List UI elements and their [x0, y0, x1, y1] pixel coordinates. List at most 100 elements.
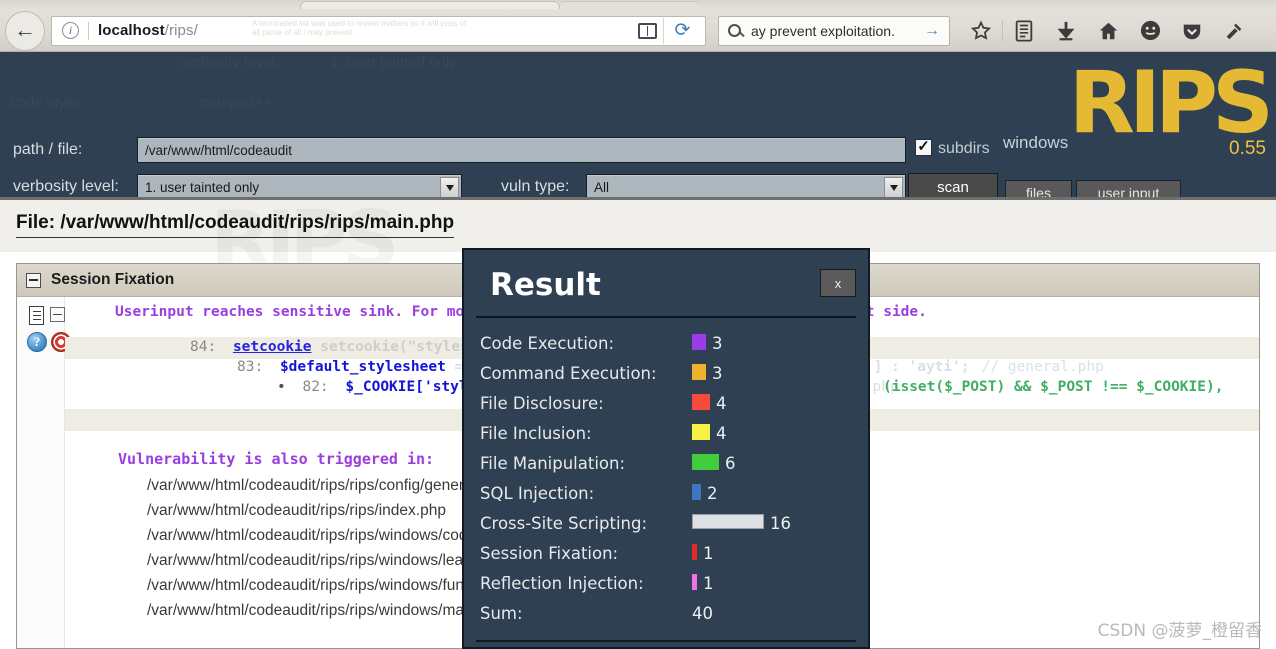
label-path-file: path / file:: [13, 141, 83, 158]
result-sum-label: Sum:: [480, 603, 523, 623]
downloads-icon[interactable]: [1045, 11, 1087, 51]
result-row-label: Session Fixation:: [480, 543, 619, 563]
back-arrow-icon: ←: [14, 16, 36, 42]
smiley-icon[interactable]: [1129, 11, 1171, 51]
result-row-label: SQL Injection:: [480, 483, 595, 503]
back-button[interactable]: ←: [5, 10, 45, 51]
result-row: SQL Injection: 2: [464, 478, 868, 508]
result-row-label: File Disclosure:: [480, 393, 604, 413]
header-ghost-c: code style:: [10, 94, 82, 111]
result-row-count: 1: [703, 543, 714, 563]
vulnerability-type-title: Session Fixation: [51, 271, 175, 288]
result-row-bar: [692, 514, 764, 529]
url-bar[interactable]: i localhost/rips/ A terminated list was …: [51, 15, 706, 46]
files-button[interactable]: files: [1005, 180, 1072, 197]
home-icon[interactable]: [1087, 11, 1129, 51]
result-row-label: Command Execution:: [480, 363, 657, 383]
bookmark-star-icon[interactable]: [960, 11, 1002, 51]
result-row-count: 4: [716, 423, 727, 443]
header-ghost-d: notepad++: [200, 94, 272, 111]
result-row-bar: [692, 394, 710, 410]
result-row-label: Cross-Site Scripting:: [480, 513, 648, 533]
result-row: Code Execution: 3: [464, 328, 868, 358]
subdirs-checkbox[interactable]: ✓: [915, 139, 932, 156]
result-row: File Inclusion: 4: [464, 418, 868, 448]
result-row-bar: [692, 574, 697, 590]
code-line-83-var: $default_stylesheet: [279, 359, 446, 375]
rips-version: 0.55: [1229, 138, 1266, 159]
chevron-down-icon[interactable]: [884, 177, 903, 197]
dialog-bottom-divider: [476, 640, 856, 642]
result-row-count: 2: [707, 483, 718, 503]
code-bullet-icon: •: [277, 379, 286, 395]
label-verbosity-level: verbosity level:: [13, 178, 119, 195]
result-row-label: File Manipulation:: [480, 453, 626, 473]
browser-nav-row: ← i localhost/rips/ A terminated list wa…: [0, 9, 1276, 52]
pocket-icon[interactable]: [1171, 11, 1213, 51]
result-sum-value: 40: [692, 603, 713, 623]
triggered-path-1[interactable]: /var/www/html/codeaudit/rips/rips/index.…: [147, 502, 446, 520]
triggered-path-0[interactable]: /var/www/html/codeaudit/rips/rips/config…: [147, 477, 506, 495]
extension-icon[interactable]: [1213, 11, 1255, 51]
chevron-down-icon[interactable]: [440, 177, 459, 197]
user-input-button[interactable]: user input: [1076, 180, 1181, 197]
code-line-84-number: 84:: [190, 339, 217, 355]
header-ghost-a: verbosity level:: [180, 54, 279, 71]
url-ghost-text: A terminated list was used to review mat…: [252, 18, 467, 37]
code-line-83-number: 83:: [237, 359, 264, 375]
collapse-row-icon[interactable]: [50, 307, 65, 322]
file-icon[interactable]: [29, 306, 44, 325]
close-button[interactable]: x: [820, 269, 856, 297]
browser-toolbar-icons: [960, 11, 1276, 51]
result-row-bar: [692, 334, 706, 350]
result-row-label: File Inclusion:: [480, 423, 592, 443]
result-dialog[interactable]: Result x Code Execution: 3 Command Executi…: [462, 248, 870, 649]
reload-button[interactable]: ⟳: [663, 17, 701, 44]
triggered-path-5[interactable]: /var/www/html/codeaudit/rips/rips/window…: [147, 602, 506, 620]
main-content: RIPS File: /var/www/html/codeaudit/rips/…: [0, 200, 1276, 649]
result-rows-container: Code Execution: 3 Command Execution: 3 File …: [464, 328, 868, 628]
help-icon[interactable]: ?: [27, 332, 47, 352]
site-info-icon[interactable]: i: [62, 22, 79, 39]
search-submit-arrow-icon[interactable]: →: [924, 22, 940, 39]
result-dialog-title: Result: [490, 267, 601, 303]
verbosity-level-value: 1. user tainted only: [145, 180, 260, 195]
label-vuln-type: vuln type:: [501, 178, 570, 195]
result-row-count: 6: [725, 453, 736, 473]
vuln-type-value: All: [594, 180, 610, 195]
result-row-label: Reflection Injection:: [480, 573, 644, 593]
result-row: Session Fixation: 1: [464, 538, 868, 568]
path-file-input[interactable]: /var/www/html/codeaudit: [137, 137, 906, 163]
result-row-bar: [692, 484, 701, 500]
result-row-count: 3: [712, 363, 723, 383]
subdirs-label: subdirs: [938, 140, 990, 157]
checkmark-icon: ✓: [917, 138, 930, 155]
screenshot-root: ← i localhost/rips/ A terminated list wa…: [0, 0, 1276, 649]
search-input-value[interactable]: ay prevent exploitation.: [751, 23, 895, 39]
search-bar[interactable]: ay prevent exploitation. →: [718, 15, 950, 46]
url-text: localhost/rips/: [98, 22, 198, 39]
result-row: Reflection Injection: 1: [464, 568, 868, 598]
library-icon[interactable]: [1003, 11, 1045, 51]
triggered-heading: Vulnerability is also triggered in:: [118, 450, 435, 468]
result-row: Command Execution: 3: [464, 358, 868, 388]
code-line-83-tail: // general.php: [981, 359, 1104, 375]
scan-button[interactable]: scan: [908, 173, 998, 197]
windows-label: windows: [1003, 133, 1069, 152]
search-icon: [728, 24, 741, 37]
reader-view-icon[interactable]: [638, 22, 657, 39]
verbosity-level-select[interactable]: 1. user tainted only: [137, 174, 462, 197]
browser-chrome: ← i localhost/rips/ A terminated list wa…: [0, 0, 1276, 52]
result-row-bar: [692, 424, 710, 440]
browser-tab[interactable]: [300, 1, 560, 9]
rips-logo: RIPS: [1068, 53, 1274, 153]
result-row-count: 1: [703, 573, 714, 593]
browser-tab-inactive[interactable]: [560, 1, 700, 9]
result-row-count: 16: [770, 513, 791, 533]
collapse-toggle-icon[interactable]: [26, 272, 41, 288]
code-line-84-link[interactable]: setcookie: [233, 339, 312, 355]
vuln-type-select[interactable]: All: [586, 174, 906, 197]
triggered-path-2[interactable]: /var/www/html/codeaudit/rips/rips/window…: [147, 527, 506, 545]
result-row-count: 3: [712, 333, 723, 353]
result-row: Cross-Site Scripting: 16: [464, 508, 868, 538]
